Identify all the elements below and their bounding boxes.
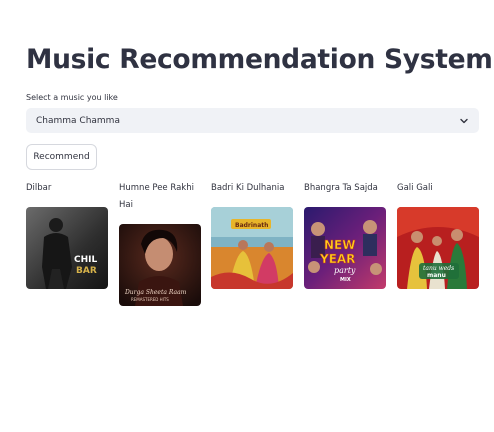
select-label: Select a music you like: [26, 93, 118, 102]
rec-poster-2[interactable]: Durga Sheeta Raam REMASTERED HITS: [119, 224, 201, 306]
svg-text:MIX: MIX: [340, 277, 351, 283]
svg-text:REMASTERED HITS: REMASTERED HITS: [131, 297, 169, 302]
rec-poster-3[interactable]: Badrinath: [211, 207, 293, 289]
dilbar-cover-image: CHIL BAR: [26, 207, 108, 289]
poster-1-text-top: CHIL: [74, 255, 97, 265]
gali-gali-cover-image: tanu weds manu: [397, 207, 479, 289]
rec-title-3: Badri Ki Dulhania: [211, 183, 285, 193]
badri-ki-dulhania-cover-image: Badrinath: [211, 207, 293, 289]
rec-title-4: Bhangra Ta Sajda: [304, 183, 378, 193]
svg-text:Durga Sheeta Raam: Durga Sheeta Raam: [124, 289, 187, 296]
svg-text:Badrinath: Badrinath: [235, 222, 268, 229]
rec-poster-4[interactable]: NEW YEAR party MIX: [304, 207, 386, 289]
select-value: Chamma Chamma: [36, 115, 120, 126]
svg-text:manu: manu: [427, 272, 446, 279]
rec-title-5: Gali Gali: [397, 183, 433, 193]
rec-title-2: Humne Pee Rakhi Hai: [119, 183, 194, 210]
svg-text:YEAR: YEAR: [319, 252, 355, 266]
recommend-button[interactable]: Recommend: [26, 144, 97, 170]
chevron-down-icon: [459, 116, 469, 126]
bhangra-ta-sajda-cover-image: NEW YEAR party MIX: [304, 207, 386, 289]
music-select[interactable]: Chamma Chamma: [26, 108, 479, 133]
rec-title-1: Dilbar: [26, 183, 52, 193]
rec-poster-5[interactable]: tanu weds manu: [397, 207, 479, 289]
svg-text:NEW: NEW: [324, 238, 355, 252]
svg-text:party: party: [334, 266, 356, 275]
humne-pee-rakhi-hai-cover-image: Durga Sheeta Raam REMASTERED HITS: [119, 224, 201, 306]
rec-poster-1[interactable]: CHIL BAR: [26, 207, 108, 289]
svg-text:tanu weds: tanu weds: [423, 265, 454, 272]
poster-1-text-bottom: BAR: [76, 266, 97, 276]
page-title: Music Recommendation System: [26, 44, 493, 75]
